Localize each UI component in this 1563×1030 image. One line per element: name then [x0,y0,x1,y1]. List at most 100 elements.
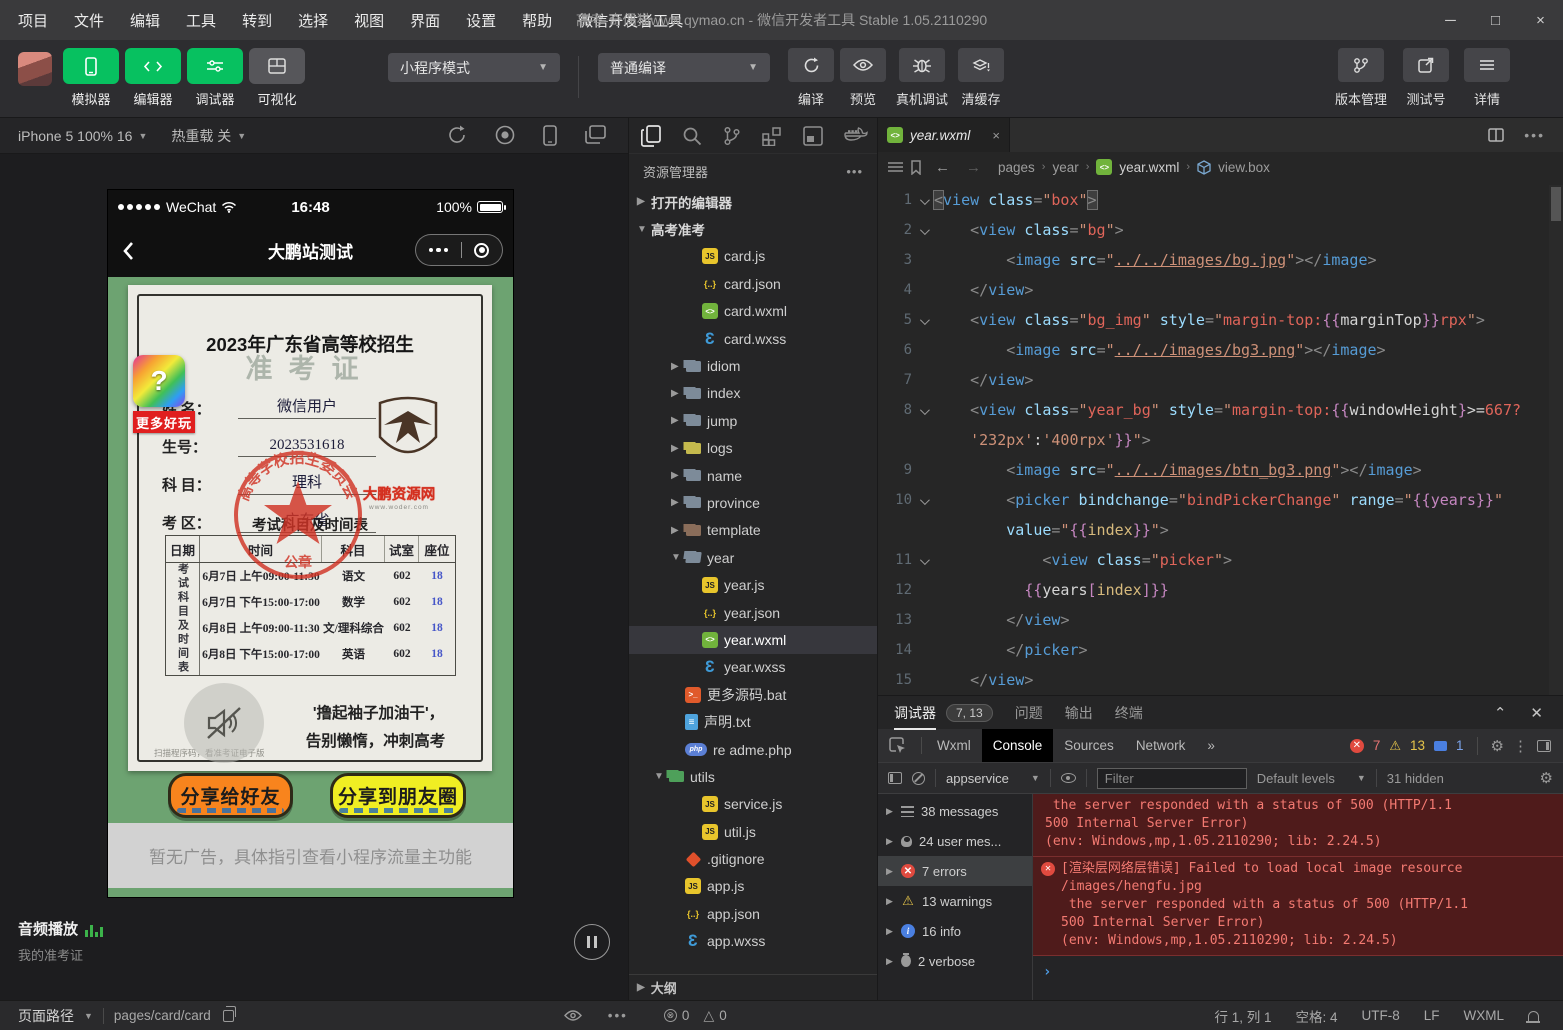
code-line-15[interactable]: 15 </view> [878,665,1549,695]
code-line-11[interactable]: 11 <view class="picker"> [878,545,1549,575]
menu-item-文件[interactable]: 文件 [74,10,104,31]
fold-chevron-icon[interactable] [912,221,934,239]
editor-more-icon[interactable]: ••• [1524,127,1545,143]
tree-item-声明.txt[interactable]: 声明.txt [629,708,877,735]
code-line-4[interactable]: 4 </view> [878,275,1549,305]
code-line-3[interactable]: 3 <image src="../../images/bg.jpg"></ima… [878,245,1549,275]
filter-warnings[interactable]: ▶⚠13 warnings [878,886,1032,916]
copy-icon[interactable] [223,1010,234,1022]
page-path-value[interactable]: pages/card/card [114,1008,211,1023]
code-line-13[interactable]: 13 </view> [878,605,1549,635]
code-line-6[interactable]: 6 <image src="../../images/bg3.png"></im… [878,335,1549,365]
tree-item-card.js[interactable]: card.js [629,243,877,270]
docker-icon[interactable] [844,127,868,145]
crumb-pages[interactable]: pages [998,160,1035,175]
code-line-wrap-11[interactable]: value="{{index}}"> [878,515,1549,545]
filter-user-messages[interactable]: ▶24 user mes... [878,826,1032,856]
filter-verbose[interactable]: ▶2 verbose [878,946,1032,976]
tab-terminal[interactable]: 终端 [1115,703,1143,723]
nav-back-icon[interactable]: ← [935,159,950,176]
crumb-year[interactable]: year [1052,160,1078,175]
tab-output[interactable]: 输出 [1065,703,1093,723]
debugger-toggle-button[interactable]: 调试器 [186,48,244,108]
code-line-8[interactable]: 8 <view class="year_bg" style="margin-to… [878,395,1549,425]
audio-pause-button[interactable] [574,924,610,960]
tab-sources[interactable]: Sources [1053,729,1125,762]
page-path-select[interactable]: 页面路径 [18,1006,74,1026]
outline-section[interactable]: ▶ 大纲 [629,974,877,1000]
floating-ad-label[interactable]: 更多好玩 [133,411,195,433]
more-dots-icon[interactable] [429,248,449,253]
indentation[interactable]: 空格: 4 [1295,1006,1337,1026]
fold-chevron-icon[interactable] [912,551,934,569]
details-button[interactable]: 详情 [1458,48,1516,108]
eye-icon[interactable] [564,1010,582,1021]
clear-console-icon[interactable] [912,772,925,785]
preview-panel-icon[interactable] [803,126,823,146]
filter-all-messages[interactable]: ▶38 messages [878,796,1032,826]
console-settings-icon[interactable]: ⚙ [1540,769,1553,787]
code-line-10[interactable]: 10 <picker bindchange="bindPickerChange"… [878,485,1549,515]
stop-icon[interactable] [495,125,515,146]
tree-item-app.json[interactable]: app.json [629,900,877,927]
tree-item-year[interactable]: ▼year [629,544,877,571]
close-tab-icon[interactable]: × [992,128,1000,143]
back-icon[interactable] [122,241,134,261]
tree-item-.gitignore[interactable]: .gitignore [629,845,877,872]
code-line-2[interactable]: 2 <view class="bg"> [878,215,1549,245]
code-line-1[interactable]: 1<view class="box"> [878,185,1549,215]
notifications-bell-icon[interactable] [1528,1011,1539,1021]
menu-item-工具[interactable]: 工具 [186,10,216,31]
tree-item-year.js[interactable]: year.js [629,571,877,598]
menu-item-帮助[interactable]: 帮助 [522,10,552,31]
floating-ad[interactable]: ? 更多好玩 [133,355,195,433]
tab-problems[interactable]: 问题 [1015,703,1043,723]
tab-network[interactable]: Network [1125,729,1197,762]
fold-chevron-icon[interactable] [912,311,934,329]
editor-scrollbar[interactable] [1549,185,1563,695]
tab-debugger[interactable]: 调试器 [894,703,936,723]
visualization-toggle-button[interactable]: 可视化 [248,48,306,108]
devtools-kebab-icon[interactable]: ⋮ [1513,737,1528,755]
eol-type[interactable]: LF [1424,1008,1440,1023]
minimize-capsule-icon[interactable] [474,243,489,258]
device-select[interactable]: iPhone 5 100% 16▼ [18,128,147,144]
problems-error-count[interactable]: 0 [682,1008,690,1023]
tab-console[interactable]: Console [982,729,1054,762]
extensions-icon[interactable] [762,126,782,146]
preview-button[interactable]: 预览 [834,48,892,108]
console-error-entry[interactable]: ✕[渲染层网络层错误] Failed to load local image r… [1033,857,1563,956]
tree-item-打开的编辑器[interactable]: ▶打开的编辑器 [629,188,877,215]
version-control-button[interactable]: 版本管理 [1332,48,1390,108]
cursor-position[interactable]: 行 1, 列 1 [1214,1006,1271,1026]
console-filter-input[interactable] [1097,768,1247,789]
log-levels-select[interactable]: Default levels▼ [1257,771,1366,786]
search-icon[interactable] [682,126,702,146]
code-area[interactable]: 1<view class="box">2 <view class="bg">3 … [878,185,1549,695]
nav-forward-icon[interactable]: → [966,159,981,176]
explorer-more-icon[interactable]: ••• [846,164,863,179]
capsule-menu[interactable] [415,234,503,266]
remote-debug-button[interactable]: 真机调试 [893,48,951,108]
bookmark-icon[interactable] [910,160,922,175]
menu-item-选择[interactable]: 选择 [298,10,328,31]
tree-item-jump[interactable]: ▶jump [629,407,877,434]
dock-side-icon[interactable] [1537,740,1551,752]
tree-item-name[interactable]: ▶name [629,462,877,489]
outline-list-icon[interactable] [888,161,903,173]
tree-item-year.json[interactable]: year.json [629,599,877,626]
game-cube-icon[interactable]: ? [133,355,185,407]
more-tabs-icon[interactable]: » [1196,729,1226,762]
share-to-friend-button[interactable]: 分享给好友 [168,773,293,818]
fold-chevron-icon[interactable] [912,491,934,509]
inspect-icon[interactable] [878,729,917,762]
multi-window-icon[interactable] [585,125,606,146]
maximize-button[interactable]: □ [1473,0,1518,40]
warning-count[interactable]: 13 [1410,738,1425,753]
problems-error-icon[interactable]: ⊗ [664,1009,677,1022]
share-to-moments-button[interactable]: 分享到朋友圈 [330,773,466,818]
compile-mode-select[interactable]: 普通编译▼ [598,53,770,82]
source-control-icon[interactable] [723,126,741,146]
code-line-wrap-8[interactable]: '232px':'400rpx'}}"> [878,425,1549,455]
hot-reload-select[interactable]: 热重载 关▼ [171,126,246,146]
